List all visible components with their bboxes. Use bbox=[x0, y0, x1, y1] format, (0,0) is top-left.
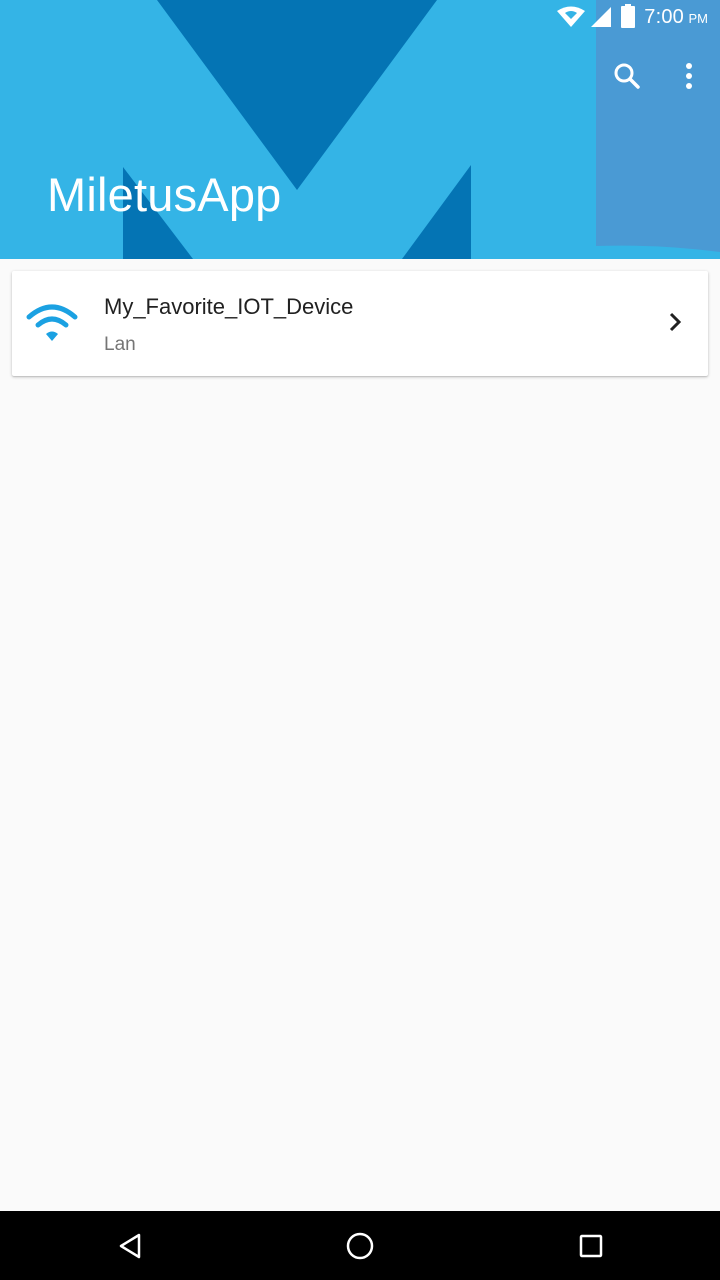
status-ampm: PM bbox=[688, 11, 709, 26]
chevron-right-icon bbox=[669, 312, 682, 332]
back-icon bbox=[119, 1233, 141, 1259]
back-button[interactable] bbox=[100, 1221, 160, 1271]
device-list-item[interactable]: My_Favorite_IOT_Device Lan bbox=[12, 271, 708, 376]
recents-button[interactable] bbox=[561, 1221, 621, 1271]
app-title: MiletusApp bbox=[47, 168, 282, 221]
wifi-icon bbox=[26, 304, 78, 341]
search-button[interactable] bbox=[603, 52, 651, 100]
home-icon bbox=[346, 1232, 374, 1260]
more-vert-icon bbox=[686, 63, 692, 89]
system-nav-bar bbox=[0, 1211, 720, 1280]
recents-icon bbox=[579, 1234, 603, 1258]
device-connection-type: Lan bbox=[104, 334, 136, 355]
battery-icon bbox=[621, 4, 635, 28]
status-bar: 7:00 PM bbox=[0, 0, 720, 36]
device-name: My_Favorite_IOT_Device bbox=[104, 294, 354, 319]
status-time: 7:00 bbox=[644, 6, 684, 28]
app-screen: 7:00 PM MiletusApp My_Favorite_IOT_Devic bbox=[0, 0, 720, 1280]
home-button[interactable] bbox=[330, 1221, 390, 1271]
wifi-icon bbox=[557, 6, 585, 27]
search-icon bbox=[614, 63, 640, 89]
app-header-banner: 7:00 PM MiletusApp bbox=[0, 0, 720, 259]
overflow-menu-button[interactable] bbox=[665, 52, 713, 100]
cell-signal-icon bbox=[591, 7, 611, 27]
